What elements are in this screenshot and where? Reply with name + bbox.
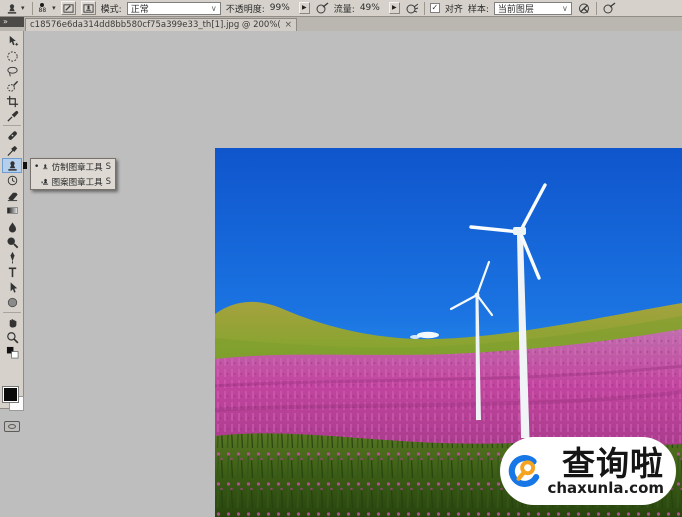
document-tab-bar: » c18576e6da314dd8bb580cf75a399e33_th[1]… — [0, 17, 682, 31]
sample-value: 当前图层 — [498, 2, 534, 15]
ignore-adjustment-layers-icon[interactable] — [577, 2, 591, 15]
dropdown-arrow-icon: ▾ — [21, 5, 25, 12]
opacity-input[interactable]: 99% — [270, 3, 294, 13]
pressure-opacity-icon[interactable] — [315, 2, 329, 15]
sample-select[interactable]: 当前图层 ∨ — [494, 2, 572, 15]
shape-tool-button[interactable] — [2, 295, 22, 310]
tool-flyout-marker — [23, 162, 27, 169]
clone-source-panel-icon — [83, 3, 94, 14]
chevron-down-icon: ∨ — [211, 4, 217, 13]
brush-size-value: 88 — [39, 8, 47, 14]
gradient-tool-button[interactable] — [2, 203, 22, 218]
mode-label: 模式: — [101, 2, 122, 15]
separator — [3, 125, 21, 126]
blend-mode-select[interactable]: 正常 ∨ — [127, 2, 221, 15]
airbrush-icon[interactable] — [405, 2, 419, 15]
dodge-tool-button[interactable] — [2, 235, 22, 250]
default-colors-icon[interactable] — [2, 345, 22, 360]
clone-stamp-flyout-menu: • 仿制图章工具 S 图案图章工具 S — [30, 158, 116, 190]
document-tab[interactable]: c18576e6da314dd8bb580cf75a399e33_th[1].j… — [25, 18, 297, 31]
aligned-label: 对齐 — [445, 2, 463, 15]
move-tool-button[interactable] — [2, 34, 22, 49]
quick-selection-tool-button[interactable] — [2, 79, 22, 94]
aligned-checkbox[interactable]: ✓ — [430, 3, 440, 13]
hand-tool-button[interactable] — [2, 315, 22, 330]
menu-item-shortcut: S — [106, 177, 112, 187]
toggle-brush-panel-button[interactable] — [61, 1, 76, 15]
screen-mode-button[interactable] — [4, 421, 20, 432]
document-title: c18576e6da314dd8bb580cf75a399e33_th[1].j… — [30, 20, 280, 30]
close-icon[interactable]: × — [284, 21, 292, 30]
brush-tool-button[interactable] — [2, 143, 22, 158]
brush-tip-icon — [40, 3, 44, 7]
chaxunla-logo-icon — [506, 442, 543, 500]
dropdown-arrow-icon[interactable]: ▾ — [52, 5, 56, 12]
menu-item-clone-stamp-tool[interactable]: • 仿制图章工具 S — [31, 159, 115, 174]
blend-mode-value: 正常 — [131, 2, 149, 15]
chevron-down-icon: ∨ — [562, 4, 568, 13]
flow-label: 流量: — [334, 2, 355, 15]
separator — [424, 2, 425, 15]
watermark-badge: 查询啦 chaxunla.com — [500, 437, 676, 505]
clone-stamp-tool-button[interactable] — [2, 158, 22, 173]
selected-bullet-icon: • — [34, 162, 39, 172]
history-brush-tool-button[interactable] — [2, 173, 22, 188]
watermark-title: 查询啦 — [562, 447, 664, 480]
pattern-stamp-icon — [41, 176, 49, 187]
lasso-tool-button[interactable] — [2, 64, 22, 79]
pen-tool-button[interactable] — [2, 250, 22, 265]
menu-item-pattern-stamp-tool[interactable]: 图案图章工具 S — [31, 174, 115, 189]
blur-tool-button[interactable] — [2, 220, 22, 235]
type-tool-button[interactable] — [2, 265, 22, 280]
separator — [596, 2, 597, 15]
sample-label: 样本: — [468, 2, 489, 15]
toolbox — [0, 31, 24, 409]
flow-slider-button[interactable]: ▶ — [389, 2, 400, 14]
clone-stamp-icon — [5, 2, 19, 15]
screen-mode-icon — [8, 424, 16, 429]
toolbox-collapse-button[interactable]: » — [0, 17, 24, 27]
menu-item-shortcut: S — [106, 162, 112, 172]
opacity-label: 不透明度: — [226, 2, 265, 15]
marquee-tool-button[interactable] — [2, 49, 22, 64]
zoom-tool-button[interactable] — [2, 330, 22, 345]
toggle-clone-source-panel-button[interactable] — [81, 1, 96, 15]
separator — [3, 312, 21, 313]
crop-tool-button[interactable] — [2, 94, 22, 109]
separator — [32, 2, 33, 15]
tool-options-bar: ▾ 88 ▾ 模式: 正常 ∨ 不透明度: 99% ▶ 流量: 49% ▶ ✓ … — [0, 0, 682, 17]
healing-brush-tool-button[interactable] — [2, 128, 22, 143]
tool-preset-picker[interactable]: ▾ — [3, 2, 27, 15]
flow-input[interactable]: 49% — [360, 3, 384, 13]
menu-item-label: 仿制图章工具 — [52, 161, 103, 173]
eyedropper-tool-button[interactable] — [2, 109, 22, 124]
opacity-slider-button[interactable]: ▶ — [299, 2, 310, 14]
clone-stamp-icon — [42, 161, 49, 172]
watermark-domain: chaxunla.com — [547, 481, 664, 496]
path-selection-tool-button[interactable] — [2, 280, 22, 295]
tablet-pressure-icon[interactable] — [602, 2, 616, 15]
brush-preset-picker[interactable]: 88 — [38, 3, 48, 14]
brush-panel-icon — [63, 3, 74, 14]
eraser-tool-button[interactable] — [2, 188, 22, 203]
menu-item-label: 图案图章工具 — [52, 176, 103, 188]
foreground-color-swatch[interactable] — [3, 387, 18, 402]
